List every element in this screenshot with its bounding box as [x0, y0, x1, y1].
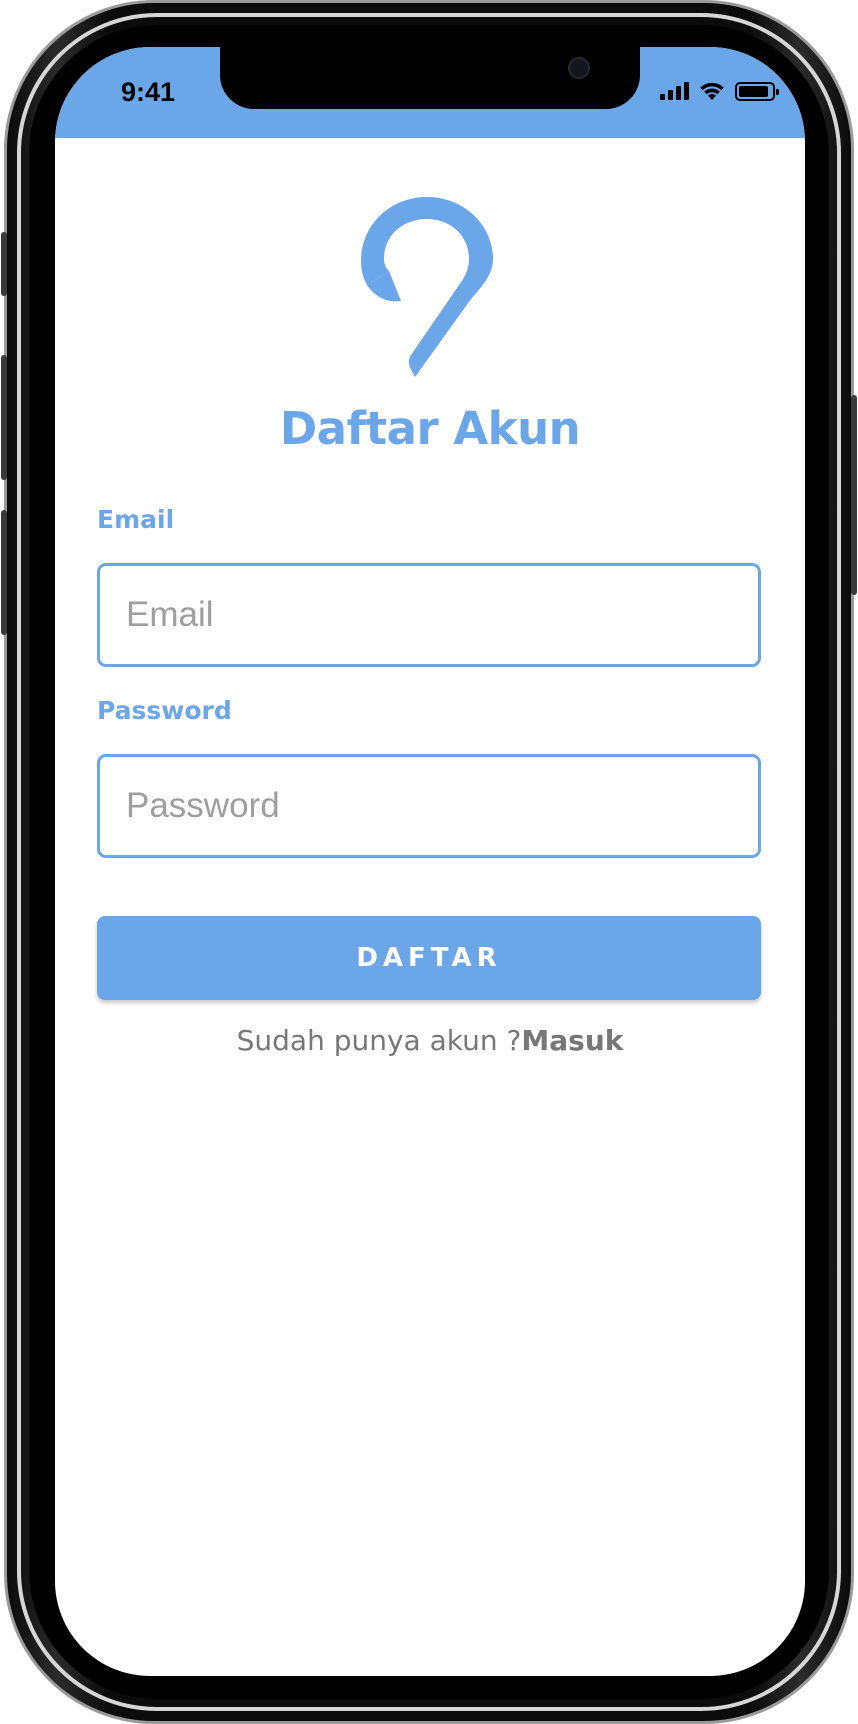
notch	[220, 47, 640, 109]
register-button[interactable]: DAFTAR	[97, 916, 761, 1000]
wifi-icon	[700, 82, 724, 100]
app-screen: 9:41 Daftar Akun Email Email Password DA…	[55, 47, 805, 1676]
volume-up-button	[1, 355, 7, 480]
front-camera	[568, 57, 590, 79]
volume-down-button	[1, 510, 7, 635]
system-icons	[660, 81, 779, 101]
status-bar: 9:41	[55, 47, 805, 138]
login-link[interactable]: Masuk	[521, 1024, 623, 1057]
device-frame: 9:41 Daftar Akun Email Email Password DA…	[0, 0, 858, 1724]
page-title: Daftar Akun	[279, 402, 581, 455]
login-prompt-text: Sudah punya akun ?	[236, 1024, 522, 1057]
password-label: Password	[97, 696, 232, 725]
silent-switch	[1, 232, 7, 296]
power-button	[851, 395, 857, 595]
battery-level	[739, 85, 768, 97]
status-time: 9:41	[121, 77, 176, 107]
battery-icon	[735, 81, 779, 101]
password-field[interactable]	[97, 754, 761, 858]
email-label: Email	[97, 505, 175, 534]
email-field[interactable]	[97, 563, 761, 667]
login-prompt: Sudah punya akun ?Masuk	[55, 1024, 805, 1057]
cellular-signal-icon	[660, 82, 689, 100]
location-pin-icon	[361, 197, 493, 377]
